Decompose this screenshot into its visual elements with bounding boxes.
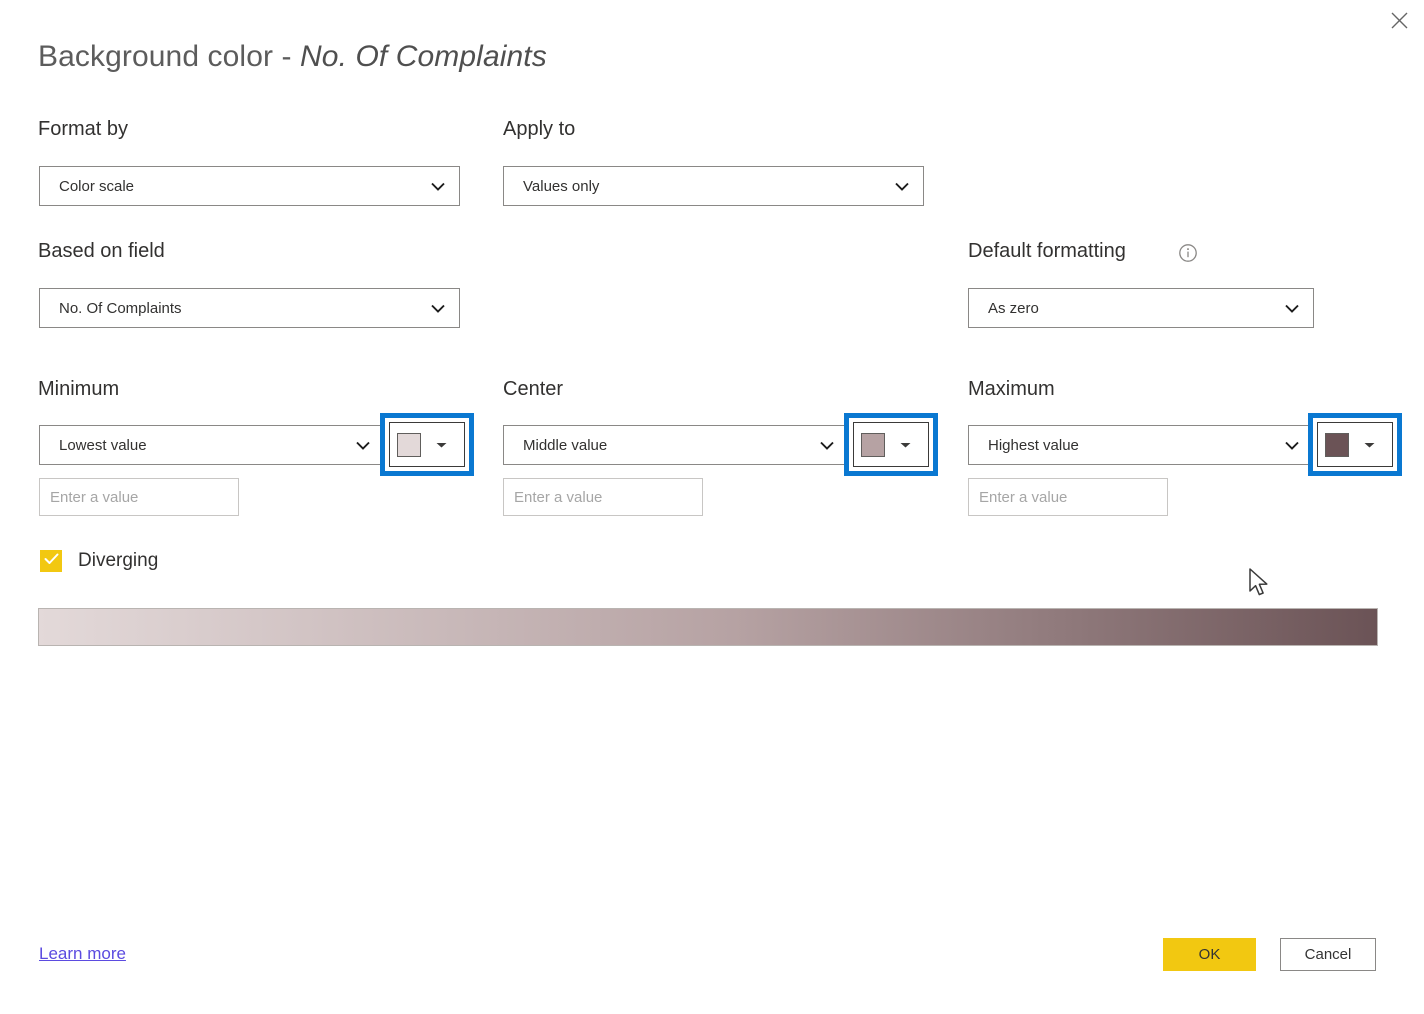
apply-to-value: Values only [523,177,600,195]
center-label: Center [503,378,564,400]
chevron-down-icon [812,441,848,450]
maximum-color-picker-focused[interactable] [1308,413,1402,476]
center-color-picker-focused[interactable] [844,413,938,476]
chevron-down-icon [1349,441,1392,449]
format-by-value: Color scale [59,177,135,195]
maximum-color-picker[interactable] [1317,422,1393,467]
default-formatting-dropdown[interactable]: As zero [968,288,1314,328]
diverging-checkbox-row[interactable]: Diverging [40,550,158,572]
maximum-label: Maximum [968,378,1055,400]
default-formatting-value: As zero [988,299,1039,317]
minimum-value: Lowest value [59,436,147,454]
chevron-down-icon [421,441,464,449]
gradient-preview-bar [38,608,1378,646]
dialog-title-field: No. Of Complaints [300,40,547,73]
maximum-dropdown[interactable]: Highest value [968,425,1314,465]
minimum-value-input[interactable] [39,478,239,516]
dialog-title: Background color - No. Of Complaints [38,40,547,74]
apply-to-label: Apply to [503,118,576,140]
close-button[interactable] [1376,0,1422,40]
based-on-field-value: No. Of Complaints [59,299,182,317]
check-icon [44,552,59,570]
center-color-swatch [861,432,885,457]
info-icon[interactable] [1178,243,1198,263]
maximum-value: Highest value [988,436,1079,454]
default-formatting-label: Default formatting [968,240,1126,262]
based-on-field-dropdown[interactable]: No. Of Complaints [39,288,460,328]
center-value: Middle value [523,436,608,454]
chevron-down-icon [348,441,384,450]
format-by-label: Format by [38,118,129,140]
minimum-dropdown[interactable]: Lowest value [39,425,385,465]
chevron-down-icon [423,304,459,313]
minimum-color-picker[interactable] [389,422,465,467]
cancel-button[interactable]: Cancel [1280,938,1376,971]
maximum-value-input[interactable] [968,478,1168,516]
apply-to-dropdown[interactable]: Values only [503,166,924,206]
dialog-title-prefix: Background color - [38,40,301,73]
learn-more-link[interactable]: Learn more [39,944,126,964]
format-by-dropdown[interactable]: Color scale [39,166,460,206]
chevron-down-icon [885,441,928,449]
minimum-label: Minimum [38,378,120,400]
background-color-dialog: Background color - No. Of Complaints For… [0,0,1424,1014]
chevron-down-icon [1277,304,1313,313]
maximum-color-swatch [1325,432,1349,457]
ok-button[interactable]: OK [1163,938,1256,971]
chevron-down-icon [887,182,923,191]
diverging-label: Diverging [78,550,159,571]
minimum-color-swatch [397,432,421,457]
mouse-cursor [1248,568,1270,605]
chevron-down-icon [423,182,459,191]
center-color-picker[interactable] [853,422,929,467]
diverging-checkbox[interactable] [40,550,62,572]
center-value-input[interactable] [503,478,703,516]
minimum-color-picker-focused[interactable] [380,413,474,476]
center-dropdown[interactable]: Middle value [503,425,849,465]
close-icon [1391,12,1408,29]
based-on-field-label: Based on field [38,240,165,262]
